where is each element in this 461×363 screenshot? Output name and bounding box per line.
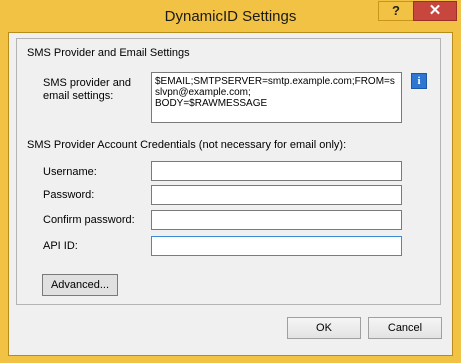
help-icon: ? [392, 3, 400, 18]
confirm-password-label: Confirm password: [43, 214, 135, 226]
close-button[interactable]: ✕ [413, 1, 457, 21]
sms-settings-label: SMS provider and email settings: [43, 77, 132, 102]
advanced-button[interactable]: Advanced... [42, 274, 118, 296]
username-input[interactable] [151, 161, 402, 181]
sms-settings-textarea[interactable]: $EMAIL;SMTPSERVER=smtp.example.com;FROM=… [151, 72, 402, 123]
api-id-input[interactable] [151, 236, 402, 256]
close-icon: ✕ [428, 2, 442, 19]
ok-button[interactable]: OK [287, 317, 361, 339]
username-label: Username: [43, 166, 97, 178]
title-bar[interactable]: DynamicID Settings ? ✕ [0, 0, 461, 32]
group-title: SMS Provider and Email Settings [27, 47, 190, 59]
confirm-password-input[interactable] [151, 210, 402, 230]
help-button[interactable]: ? [378, 1, 414, 21]
cancel-button[interactable]: Cancel [368, 317, 442, 339]
password-input[interactable] [151, 185, 402, 205]
info-icon[interactable]: i [411, 73, 427, 89]
credentials-title: SMS Provider Account Credentials (not ne… [27, 139, 347, 151]
dialog-window: DynamicID Settings ? ✕ SMS Provider and … [0, 0, 461, 363]
api-id-label: API ID: [43, 240, 78, 252]
password-label: Password: [43, 189, 95, 201]
